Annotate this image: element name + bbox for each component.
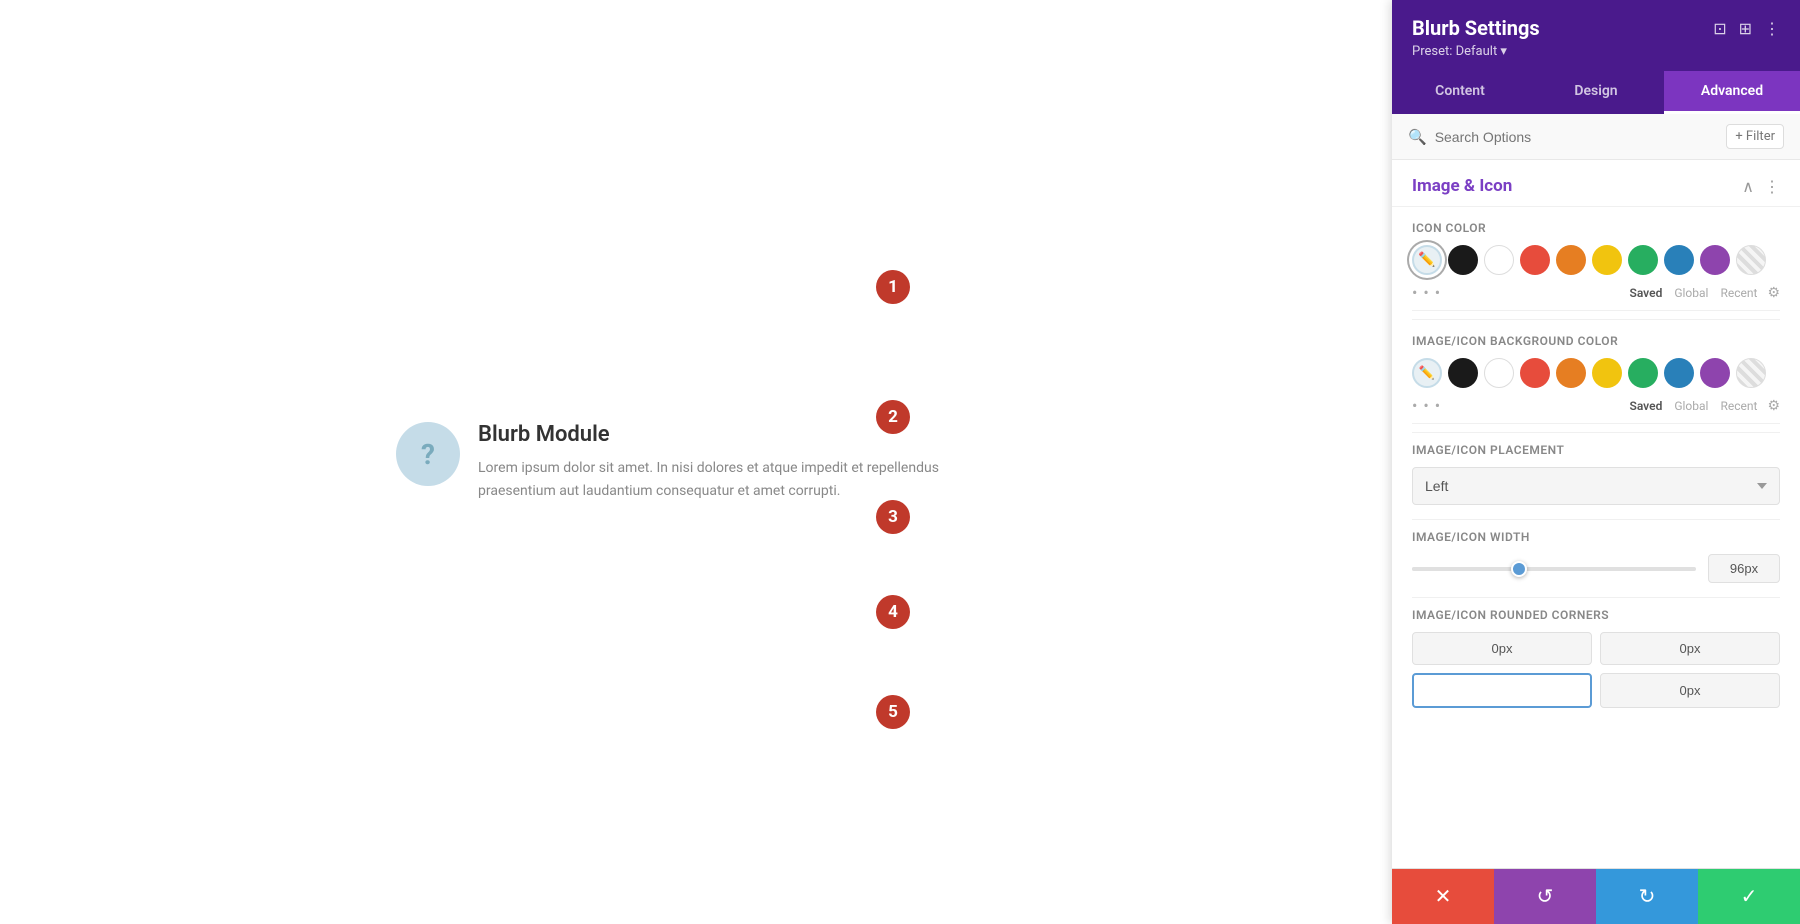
corner-top-right[interactable] [1600,632,1780,665]
width-slider-track[interactable] [1412,567,1696,571]
rounded-label: Image/Icon Rounded Corners [1412,608,1780,622]
panel-header: Blurb Settings ⊡ ⊞ ⋮ Preset: Default ▾ [1392,0,1800,71]
bg-color-label: Image/Icon Background Color [1412,334,1780,348]
eyedropper-swatch-2[interactable]: ✏️ [1412,358,1442,388]
slider-fill [1412,567,1511,571]
eyedropper-icon-2: ✏️ [1419,366,1435,381]
search-input[interactable] [1435,129,1719,145]
swatch-striped-1[interactable] [1736,245,1766,275]
step-badge-5: 5 [876,695,910,729]
swatch-purple-2[interactable] [1700,358,1730,388]
filter-label: + Filter [1735,129,1775,144]
saved-tab-1[interactable]: Saved [1624,284,1669,302]
question-mark-icon: ? [421,438,435,471]
recent-tab-2[interactable]: Recent [1714,397,1763,415]
corner-bottom-right[interactable] [1600,673,1780,708]
corner-top-left[interactable] [1412,632,1592,665]
corner-bottom-left[interactable] [1412,673,1592,708]
placement-label: Image/Icon Placement [1412,443,1780,457]
bg-color-tabs-row: • • • Saved Global Recent ⚙ [1412,396,1780,424]
swatch-white-1[interactable] [1484,245,1514,275]
swatch-yellow-1[interactable] [1592,245,1622,275]
swatch-red-2[interactable] [1520,358,1550,388]
dots-btn-2[interactable]: • • • [1412,396,1441,415]
step-badge-1: 1 [876,270,910,304]
icon-color-tabs-row: • • • Saved Global Recent ⚙ [1412,283,1780,311]
swatch-black-1[interactable] [1448,245,1478,275]
swatch-black-2[interactable] [1448,358,1478,388]
swatch-green-1[interactable] [1628,245,1658,275]
section-title: Image & Icon [1412,176,1512,196]
redo-button[interactable]: ↻ [1596,869,1698,924]
more-icon[interactable]: ⋮ [1764,19,1780,38]
icon-color-label: Icon Color [1412,221,1780,235]
gear-icon-1[interactable]: ⚙ [1767,285,1780,301]
global-tab-2[interactable]: Global [1668,397,1714,415]
eyedropper-icon-1: ✏️ [1418,252,1435,268]
step-badge-2: 2 [876,400,910,434]
canvas-area: ? Blurb Module Lorem ipsum dolor sit ame… [0,0,1392,924]
section-header: Image & Icon ∧ ⋮ [1392,160,1800,207]
slider-thumb[interactable] [1511,561,1527,577]
swatch-purple-1[interactable] [1700,245,1730,275]
panel-preset[interactable]: Preset: Default ▾ [1412,44,1780,59]
swatch-yellow-2[interactable] [1592,358,1622,388]
corners-grid [1412,632,1780,708]
blurb-body: Lorem ipsum dolor sit amet. In nisi dolo… [478,457,996,502]
width-option: Image/Icon Width [1392,520,1800,597]
blurb-module: ? Blurb Module Lorem ipsum dolor sit ame… [396,422,996,502]
icon-color-swatches: ✏️ [1412,245,1780,275]
panel-tabs: Content Design Advanced [1392,71,1800,114]
blurb-content: Blurb Module Lorem ipsum dolor sit amet.… [478,422,996,502]
rounded-corners-option: Image/Icon Rounded Corners [1392,598,1800,722]
gear-icon-2[interactable]: ⚙ [1767,398,1780,414]
filter-button[interactable]: + Filter [1726,124,1784,149]
global-tab-1[interactable]: Global [1668,284,1714,302]
tab-advanced[interactable]: Advanced [1664,71,1800,114]
swatch-white-2[interactable] [1484,358,1514,388]
panel-footer: ✕ ↺ ↻ ✓ [1392,868,1800,924]
swatch-green-2[interactable] [1628,358,1658,388]
settings-panel: Blurb Settings ⊡ ⊞ ⋮ Preset: Default ▾ C… [1392,0,1800,924]
columns-icon[interactable]: ⊞ [1739,19,1752,38]
collapse-icon[interactable]: ∧ [1742,177,1754,196]
panel-header-top: Blurb Settings ⊡ ⊞ ⋮ [1412,16,1780,40]
section-more-icon[interactable]: ⋮ [1764,177,1780,196]
cancel-button[interactable]: ✕ [1392,869,1494,924]
panel-header-icons: ⊡ ⊞ ⋮ [1713,19,1780,38]
swatch-blue-1[interactable] [1664,245,1694,275]
placement-option: Image/Icon Placement Left Right Top [1392,433,1800,519]
screenshot-icon[interactable]: ⊡ [1713,19,1726,38]
swatch-orange-2[interactable] [1556,358,1586,388]
search-icon: 🔍 [1408,128,1427,146]
bg-color-swatches: ✏️ [1412,358,1780,388]
search-bar: 🔍 + Filter [1392,114,1800,160]
swatch-orange-1[interactable] [1556,245,1586,275]
undo-button[interactable]: ↺ [1494,869,1596,924]
width-label: Image/Icon Width [1412,530,1780,544]
blurb-title: Blurb Module [478,422,996,447]
tab-design[interactable]: Design [1528,71,1664,114]
tab-content[interactable]: Content [1392,71,1528,114]
width-value-input[interactable] [1708,554,1780,583]
saved-tab-2[interactable]: Saved [1624,397,1669,415]
swatch-striped-2[interactable] [1736,358,1766,388]
step-badge-3: 3 [876,500,910,534]
blurb-icon: ? [396,422,460,486]
step-badge-4: 4 [876,595,910,629]
placement-select[interactable]: Left Right Top [1412,467,1780,505]
icon-color-option: Icon Color ✏️ • • • Saved Global [1392,207,1800,319]
bg-color-option: Image/Icon Background Color ✏️ • • • Sav… [1392,320,1800,432]
save-button[interactable]: ✓ [1698,869,1800,924]
eyedropper-swatch-1[interactable]: ✏️ [1412,245,1442,275]
swatch-red-1[interactable] [1520,245,1550,275]
slider-control [1412,554,1780,583]
dots-btn-1[interactable]: • • • [1412,283,1441,302]
panel-title: Blurb Settings [1412,16,1540,40]
section-controls: ∧ ⋮ [1742,177,1780,196]
recent-tab-1[interactable]: Recent [1714,284,1763,302]
swatch-blue-2[interactable] [1664,358,1694,388]
panel-content: Image & Icon ∧ ⋮ Icon Color ✏️ [1392,160,1800,868]
